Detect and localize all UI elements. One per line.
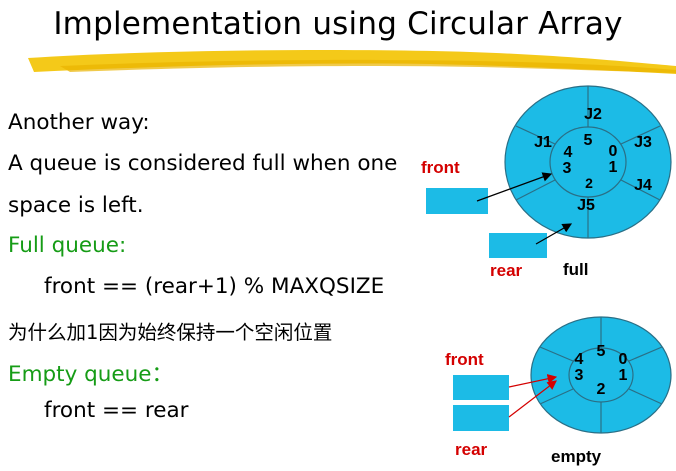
empty-front-arrow [508, 374, 558, 388]
full-rear-arrow [535, 223, 573, 245]
full-front-arrow [476, 172, 553, 202]
empty-rear-arrow [508, 380, 557, 418]
pointer-arrows [476, 172, 573, 418]
